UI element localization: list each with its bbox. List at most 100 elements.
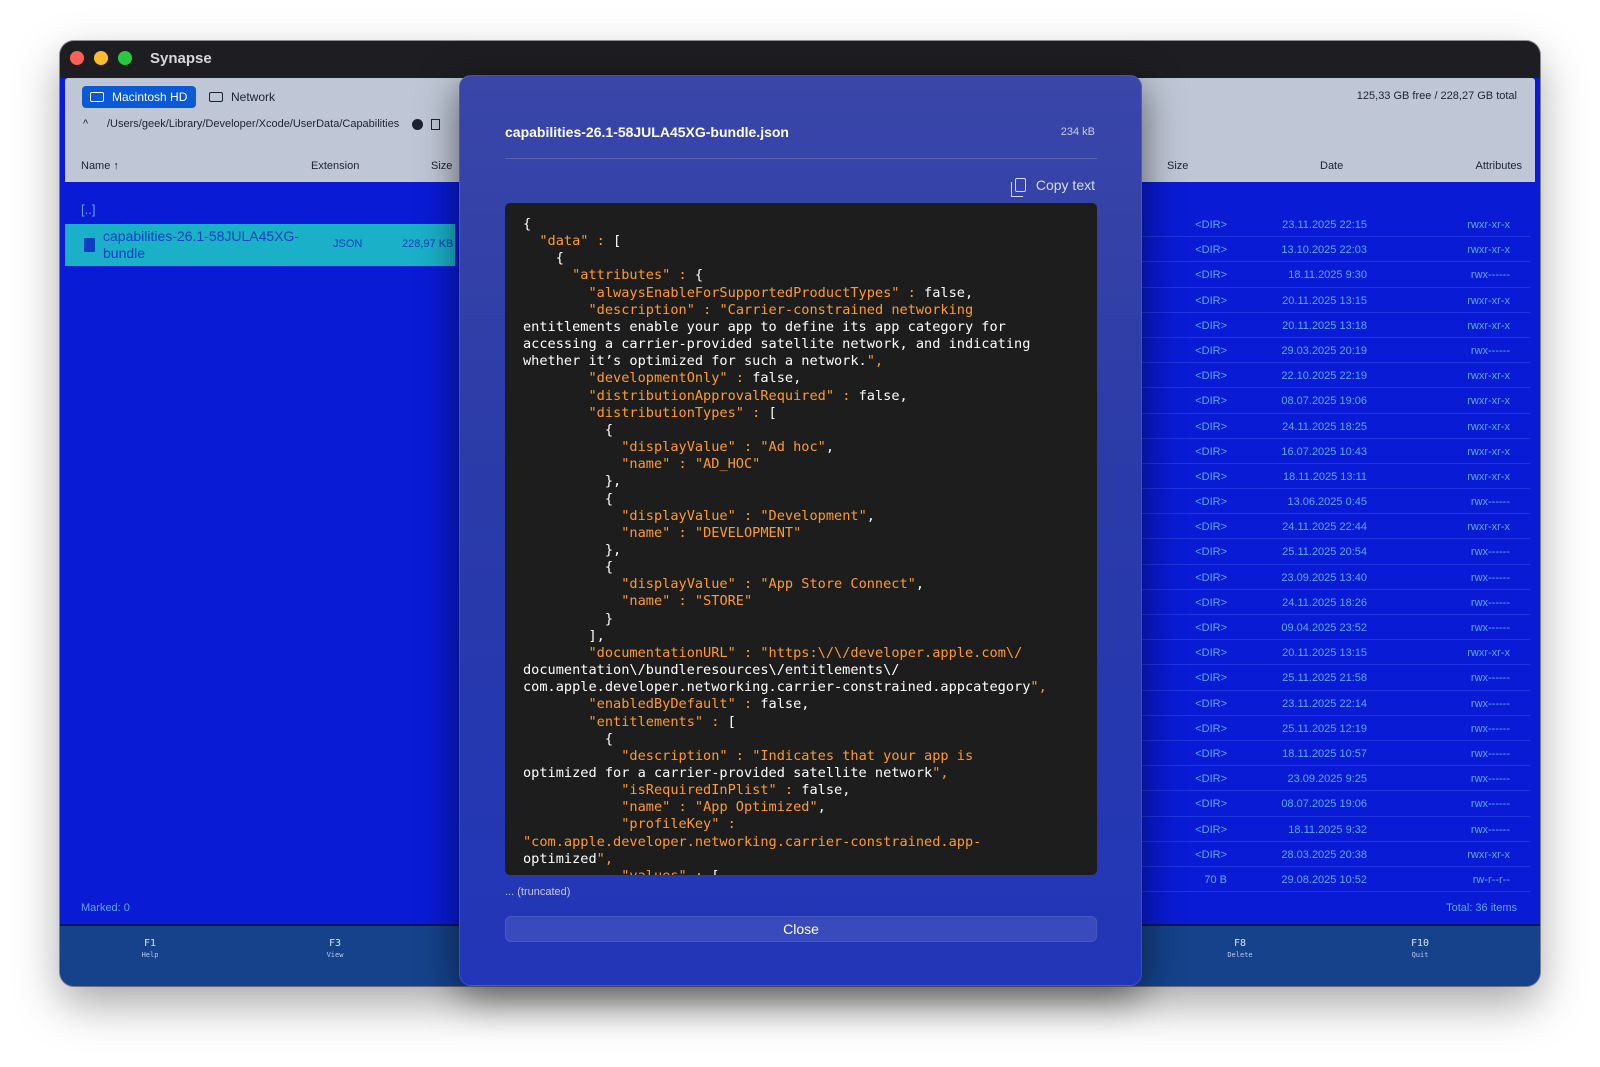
code-line: "isRequiredInPlist" : false, bbox=[621, 782, 851, 799]
code-line: }, bbox=[523, 541, 622, 558]
row-date: 20.11.2025 13:18 bbox=[1282, 319, 1367, 332]
volume-network[interactable]: Network bbox=[201, 86, 284, 108]
table-row[interactable]: <DIR> 24.11.2025 18:26 rwx------ bbox=[1130, 590, 1530, 615]
file-name: capabilities-26.1-58JULA45XG-bundle bbox=[103, 228, 300, 261]
total-count: Total: 36 items bbox=[1446, 902, 1517, 914]
row-date: 25.11.2025 20:54 bbox=[1282, 546, 1367, 559]
parent-directory-item[interactable]: [..] bbox=[81, 202, 95, 217]
column-size[interactable]: Size bbox=[1167, 160, 1188, 172]
code-line: "displayValue" : "App Store Connect", bbox=[621, 576, 925, 593]
table-row[interactable]: 70 B 29.08.2025 10:52 rw-r--r-- bbox=[1130, 867, 1530, 893]
table-row[interactable]: <DIR> 18.11.2025 9:32 rwx------ bbox=[1130, 817, 1530, 842]
table-row[interactable]: <DIR> 09.04.2025 23:52 rwx------ bbox=[1130, 615, 1530, 641]
table-row[interactable]: <DIR> 25.11.2025 20:54 rwx------ bbox=[1130, 539, 1530, 565]
row-date: 09.04.2025 23:52 bbox=[1281, 622, 1367, 634]
code-line: whether it’s optimized for such a networ… bbox=[523, 353, 884, 370]
title-bar: Synapse bbox=[60, 41, 1540, 78]
table-row[interactable]: <DIR> 25.11.2025 12:19 rwx------ bbox=[1130, 716, 1530, 741]
table-row[interactable]: <DIR> 16.07.2025 10:43 rwxr-xr-x bbox=[1130, 439, 1530, 464]
column-attributes[interactable]: Attributes bbox=[1476, 160, 1522, 172]
table-row[interactable]: <DIR> 20.11.2025 13:15 rwxr-xr-x bbox=[1130, 288, 1530, 313]
close-window-icon[interactable] bbox=[70, 51, 84, 65]
minimize-window-icon[interactable] bbox=[94, 51, 108, 65]
row-attributes: rwx------ bbox=[1470, 622, 1510, 634]
row-date: 24.11.2025 22:44 bbox=[1282, 521, 1367, 534]
row-date: 20.11.2025 13:15 bbox=[1282, 294, 1367, 307]
close-button[interactable]: Close bbox=[505, 916, 1097, 942]
copy-text-label: Copy text bbox=[1035, 177, 1095, 193]
row-attributes: rwxr-xr-x bbox=[1467, 294, 1510, 307]
column-name[interactable]: Name ↑ bbox=[81, 160, 119, 172]
json-content: { "data" : [ { "attributes" : { "alwaysE… bbox=[523, 216, 1047, 875]
column-extension[interactable]: Extension bbox=[311, 160, 359, 172]
volume-macintosh-hd[interactable]: Macintosh HD bbox=[82, 86, 197, 108]
code-line: "data" : [ bbox=[539, 233, 622, 250]
row-date: 23.11.2025 22:15 bbox=[1282, 219, 1367, 231]
code-line: "developmentOnly" : false, bbox=[588, 370, 802, 387]
table-row[interactable]: <DIR> 23.09.2025 9:25 rwx------ bbox=[1130, 766, 1530, 792]
table-row[interactable]: <DIR> 18.11.2025 13:11 rwxr-xr-x bbox=[1130, 464, 1530, 490]
table-row[interactable]: <DIR> 23.09.2025 13:40 rwx------ bbox=[1130, 565, 1530, 590]
table-row[interactable]: <DIR> 18.11.2025 10:57 rwx------ bbox=[1130, 741, 1530, 767]
document-icon[interactable] bbox=[431, 118, 441, 130]
table-row[interactable]: <DIR> 23.11.2025 22:14 rwx------ bbox=[1130, 691, 1530, 716]
table-row[interactable]: <DIR> 22.10.2025 22:19 rwxr-xr-x bbox=[1130, 363, 1530, 389]
row-attributes: rwx------ bbox=[1470, 798, 1510, 811]
row-date: 24.11.2025 18:25 bbox=[1282, 420, 1367, 433]
row-attributes: rwxr-xr-x bbox=[1467, 470, 1510, 483]
row-size: <DIR> bbox=[1195, 722, 1227, 735]
divider bbox=[505, 158, 1097, 159]
right-column-header: Size Date Attributes bbox=[1110, 150, 1535, 182]
checkmark-icon[interactable] bbox=[412, 118, 424, 130]
table-row[interactable]: <DIR> 24.11.2025 22:44 rwxr-xr-x bbox=[1130, 514, 1530, 540]
row-attributes: rwx------ bbox=[1470, 546, 1510, 559]
row-size: <DIR> bbox=[1195, 823, 1227, 836]
column-size[interactable]: Size bbox=[431, 160, 452, 172]
chevron-up-icon[interactable]: ^ bbox=[83, 118, 95, 130]
row-attributes: rwx------ bbox=[1470, 672, 1510, 685]
json-viewer[interactable]: { "data" : [ { "attributes" : { "alwaysE… bbox=[505, 203, 1097, 875]
fkey-help[interactable]: F1 Help bbox=[135, 938, 165, 959]
row-attributes: rwx------ bbox=[1470, 269, 1510, 282]
table-row[interactable]: <DIR> 08.07.2025 19:06 rwxr-xr-x bbox=[1130, 388, 1530, 414]
table-row[interactable]: <DIR> 20.11.2025 13:18 rwxr-xr-x bbox=[1130, 313, 1530, 338]
code-line: "distributionTypes" : [ bbox=[588, 404, 777, 421]
code-line: "name" : "DEVELOPMENT" bbox=[621, 524, 802, 541]
path-text[interactable]: /Users/geek/Library/Developer/Xcode/User… bbox=[107, 118, 399, 130]
dialog-title: capabilities-26.1-58JULA45XG-bundle.json bbox=[505, 124, 789, 140]
fkey-view[interactable]: F3 View bbox=[320, 938, 350, 959]
row-date: 16.07.2025 10:43 bbox=[1281, 445, 1367, 458]
selected-file-row[interactable]: capabilities-26.1-58JULA45XG-bundle JSON… bbox=[65, 224, 455, 266]
row-attributes: rwx------ bbox=[1470, 722, 1510, 735]
row-size: <DIR> bbox=[1195, 571, 1227, 584]
table-row[interactable]: <DIR> 18.11.2025 9:30 rwx------ bbox=[1130, 262, 1530, 288]
row-date: 18.11.2025 9:30 bbox=[1288, 269, 1367, 282]
row-size: <DIR> bbox=[1195, 672, 1227, 685]
code-line: "enabledByDefault" : false, bbox=[588, 696, 810, 713]
table-row[interactable]: <DIR> 29.03.2025 20:19 rwx------ bbox=[1130, 338, 1530, 364]
table-row[interactable]: <DIR> 20.11.2025 13:15 rwxr-xr-x bbox=[1130, 640, 1530, 666]
row-date: 29.08.2025 10:52 bbox=[1281, 873, 1367, 886]
row-size: 70 B bbox=[1204, 873, 1227, 886]
table-row[interactable]: <DIR> 13.06.2025 0:45 rwx------ bbox=[1130, 489, 1530, 515]
code-line: "name" : "App Optimized", bbox=[621, 799, 826, 816]
copy-text-button[interactable]: Copy text bbox=[1010, 177, 1095, 197]
row-size: <DIR> bbox=[1195, 521, 1227, 534]
table-row[interactable]: <DIR> 28.03.2025 20:38 rwxr-xr-x bbox=[1130, 842, 1530, 867]
right-file-list: <DIR> 23.11.2025 22:15 rwxr-xr-x <DIR> 13.10… bbox=[1130, 212, 1530, 893]
table-row[interactable]: <DIR> 24.11.2025 18:25 rwxr-xr-x bbox=[1130, 414, 1530, 439]
file-size: 228,97 KB bbox=[402, 238, 454, 250]
column-date[interactable]: Date bbox=[1320, 160, 1343, 172]
row-date: 22.10.2025 22:19 bbox=[1281, 370, 1367, 383]
row-size: <DIR> bbox=[1195, 773, 1227, 786]
zoom-window-icon[interactable] bbox=[118, 51, 132, 65]
fkey-quit[interactable]: F10 Quit bbox=[1405, 938, 1435, 959]
left-column-header: Name ↑ Extension Size bbox=[65, 150, 455, 182]
table-row[interactable]: <DIR> 25.11.2025 21:58 rwx------ bbox=[1130, 665, 1530, 691]
table-row[interactable]: <DIR> 08.07.2025 19:06 rwx------ bbox=[1130, 791, 1530, 817]
fkey-delete[interactable]: F8 Delete bbox=[1220, 938, 1260, 959]
row-date: 23.09.2025 9:25 bbox=[1287, 773, 1367, 786]
table-row[interactable]: <DIR> 13.10.2025 22:03 rwxr-xr-x bbox=[1130, 237, 1530, 263]
row-size: <DIR> bbox=[1195, 596, 1227, 609]
table-row[interactable]: <DIR> 23.11.2025 22:15 rwxr-xr-x bbox=[1130, 212, 1530, 238]
